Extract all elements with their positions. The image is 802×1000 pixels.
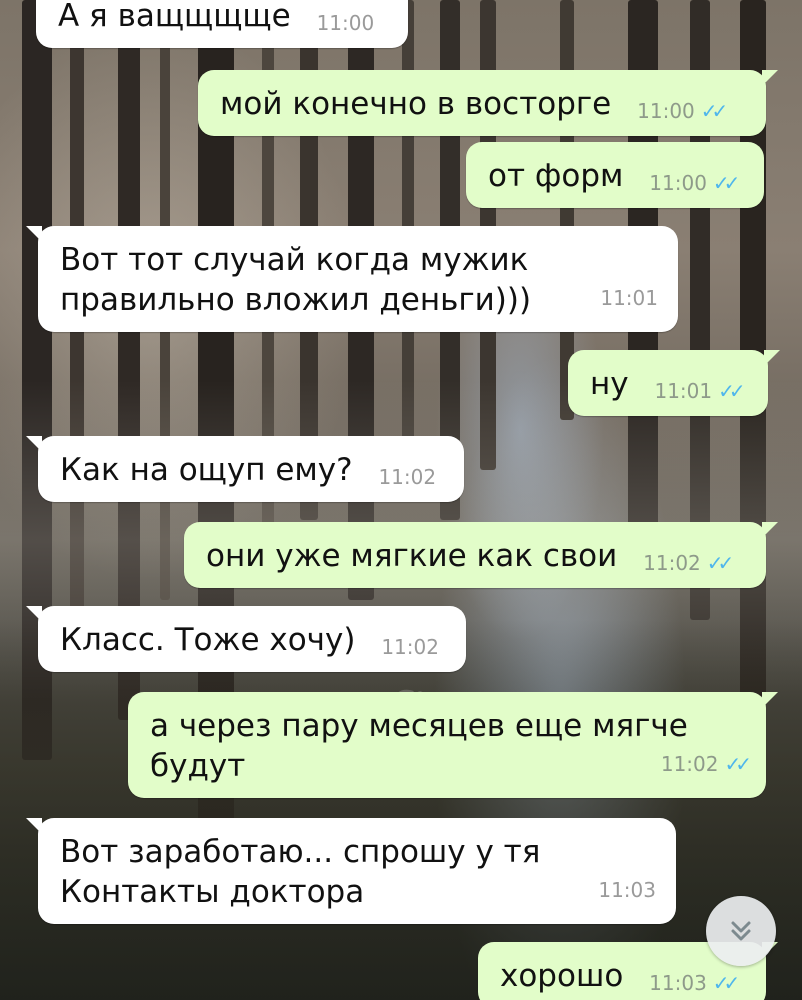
message-text: ну: [590, 366, 629, 402]
message-outgoing[interactable]: мой конечно в восторге 11:00 ✓✓: [198, 70, 778, 136]
double-check-icon: ✓✓: [700, 99, 728, 123]
message-text: А я ващщщще: [58, 0, 291, 34]
message-text: хорошо: [500, 958, 624, 994]
message-time: 11:02 ✓✓: [643, 543, 734, 583]
double-check-icon: ✓✓: [712, 971, 740, 995]
message-incoming[interactable]: Как на ощуп ему? 11:02: [26, 436, 464, 502]
message-list[interactable]: А я ващщщще 11:00 мой конечно в восторге…: [0, 0, 802, 1000]
message-incoming[interactable]: Вот заработаю... спрошу у тя Контакты до…: [26, 818, 676, 924]
message-text: Класс. Тоже хочу): [60, 622, 356, 658]
message-outgoing[interactable]: а через пару месяцев еще мягче будут 11:…: [128, 692, 778, 798]
message-text: мой конечно в восторге: [220, 86, 612, 122]
chevron-double-down-icon: [731, 921, 751, 941]
message-incoming[interactable]: А я ващщщще 11:00: [36, 0, 408, 48]
message-time: 11:02: [381, 635, 439, 659]
message-incoming[interactable]: Класс. Тоже хочу) 11:02: [26, 606, 466, 672]
message-time: 11:03: [598, 878, 656, 902]
message-time: 11:00: [316, 11, 375, 35]
message-time: 11:02: [378, 465, 437, 489]
message-outgoing[interactable]: ну 11:01 ✓✓: [568, 350, 780, 416]
message-text: они уже мягкие как свои: [206, 538, 618, 574]
message-time: 11:01 ✓✓: [654, 371, 745, 411]
message-text: Как на ощуп ему?: [60, 452, 353, 488]
double-check-icon: ✓✓: [706, 551, 734, 575]
message-time: 11:03 ✓✓: [649, 963, 740, 1000]
message-outgoing[interactable]: они уже мягкие как свои 11:02 ✓✓: [184, 522, 778, 588]
message-incoming[interactable]: Вот тот случай когда мужик правильно вло…: [26, 226, 678, 332]
message-text: от форм: [488, 158, 624, 194]
double-check-icon: ✓✓: [724, 752, 751, 776]
chat-window: @morfia.ru А я ващщщще 11:00 мой конечно…: [0, 0, 802, 1000]
message-time: 11:02 ✓✓: [661, 744, 752, 784]
message-time: 11:00 ✓✓: [649, 163, 740, 203]
message-time: 11:00 ✓✓: [637, 91, 728, 131]
message-text: Вот тот случай когда мужик правильно вло…: [60, 242, 532, 318]
message-time: 11:01: [600, 286, 658, 310]
double-check-icon: ✓✓: [718, 379, 745, 403]
message-outgoing[interactable]: от форм 11:00 ✓✓: [466, 142, 764, 208]
double-check-icon: ✓✓: [712, 171, 740, 195]
message-text: Вот заработаю... спрошу у тя Контакты до…: [60, 834, 541, 910]
message-text: а через пару месяцев еще мягче будут: [150, 708, 688, 784]
scroll-to-bottom-button[interactable]: [706, 896, 776, 966]
